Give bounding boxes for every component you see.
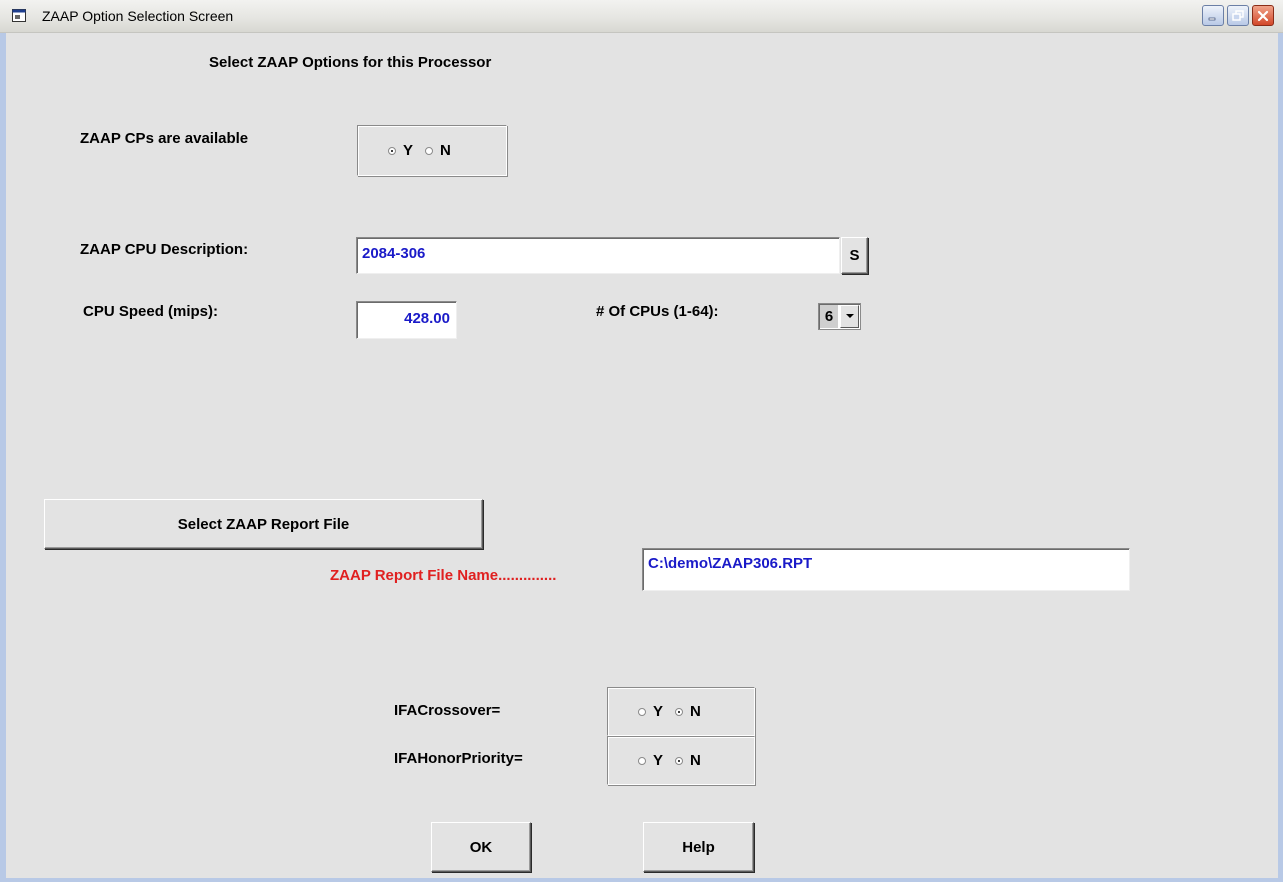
ifa-honor-priority-label: IFAHonorPriority= xyxy=(394,750,523,767)
cpu-description-value: 2084-306 xyxy=(362,245,426,262)
select-report-file-button[interactable]: Select ZAAP Report File xyxy=(44,499,483,549)
num-cpus-select[interactable]: 6 xyxy=(818,303,861,330)
report-file-name-field[interactable]: C:\demo\ZAAP306.RPT xyxy=(642,548,1130,591)
radio-label-n: N xyxy=(440,142,451,159)
radio-selected-icon xyxy=(675,707,684,716)
page-heading: Select ZAAP Options for this Processor xyxy=(209,54,492,71)
minimize-icon xyxy=(1208,17,1216,20)
zaap-cps-label: ZAAP CPs are available xyxy=(80,130,249,147)
cpu-speed-field[interactable]: 428.00 xyxy=(356,301,457,339)
radio-unselected-icon xyxy=(638,756,646,765)
cpu-speed-label: CPU Speed (mips): xyxy=(83,303,219,320)
ok-button[interactable]: OK xyxy=(431,822,531,872)
close-button[interactable] xyxy=(1252,5,1274,26)
title-bar: ZAAP Option Selection Screen xyxy=(0,0,1283,33)
ifa-crossover-yes-radio[interactable]: Y xyxy=(638,703,663,720)
app-icon xyxy=(12,9,26,22)
radio-label-y: Y xyxy=(403,142,414,159)
close-icon xyxy=(1257,10,1269,21)
radio-unselected-icon xyxy=(638,707,646,716)
restore-icon xyxy=(1232,9,1244,21)
minimize-button[interactable] xyxy=(1202,5,1224,26)
radio-label-n: N xyxy=(690,752,701,769)
zaap-cps-yes-radio[interactable]: Y xyxy=(388,142,413,159)
radio-selected-icon xyxy=(388,146,396,155)
num-cpus-value: 6 xyxy=(820,305,838,328)
window-title: ZAAP Option Selection Screen xyxy=(42,8,234,24)
restore-button[interactable] xyxy=(1227,5,1249,26)
radio-unselected-icon xyxy=(425,146,434,155)
radio-label-y: Y xyxy=(653,752,664,769)
ifa-honor-priority-yes-radio[interactable]: Y xyxy=(638,752,663,769)
ifa-honor-priority-no-radio[interactable]: N xyxy=(675,752,701,769)
help-button[interactable]: Help xyxy=(643,822,754,872)
ifa-crossover-label: IFACrossover= xyxy=(394,702,501,719)
cpu-description-field[interactable]: 2084-306 xyxy=(356,237,840,274)
num-cpus-label: # Of CPUs (1-64): xyxy=(596,303,719,320)
radio-label-y: Y xyxy=(653,703,664,720)
ifa-honor-priority-radio-group: Y N xyxy=(607,736,755,785)
report-file-name-value: C:\demo\ZAAP306.RPT xyxy=(648,555,813,572)
radio-label-n: N xyxy=(690,703,701,720)
zaap-cps-no-radio[interactable]: N xyxy=(425,142,451,159)
zaap-cps-radio-group: Y N xyxy=(357,125,507,176)
radio-selected-icon xyxy=(675,756,684,765)
cpu-description-lookup-button[interactable]: S xyxy=(841,237,868,274)
report-file-name-label: ZAAP Report File Name.............. xyxy=(330,567,557,584)
ifa-crossover-radio-group: Y N xyxy=(607,687,755,736)
ifa-crossover-no-radio[interactable]: N xyxy=(675,703,701,720)
num-cpus-dropdown-button[interactable] xyxy=(840,305,859,328)
cpu-description-label: ZAAP CPU Description: xyxy=(80,241,249,258)
chevron-down-icon xyxy=(845,314,854,318)
cpu-speed-value: 428.00 xyxy=(404,310,450,327)
